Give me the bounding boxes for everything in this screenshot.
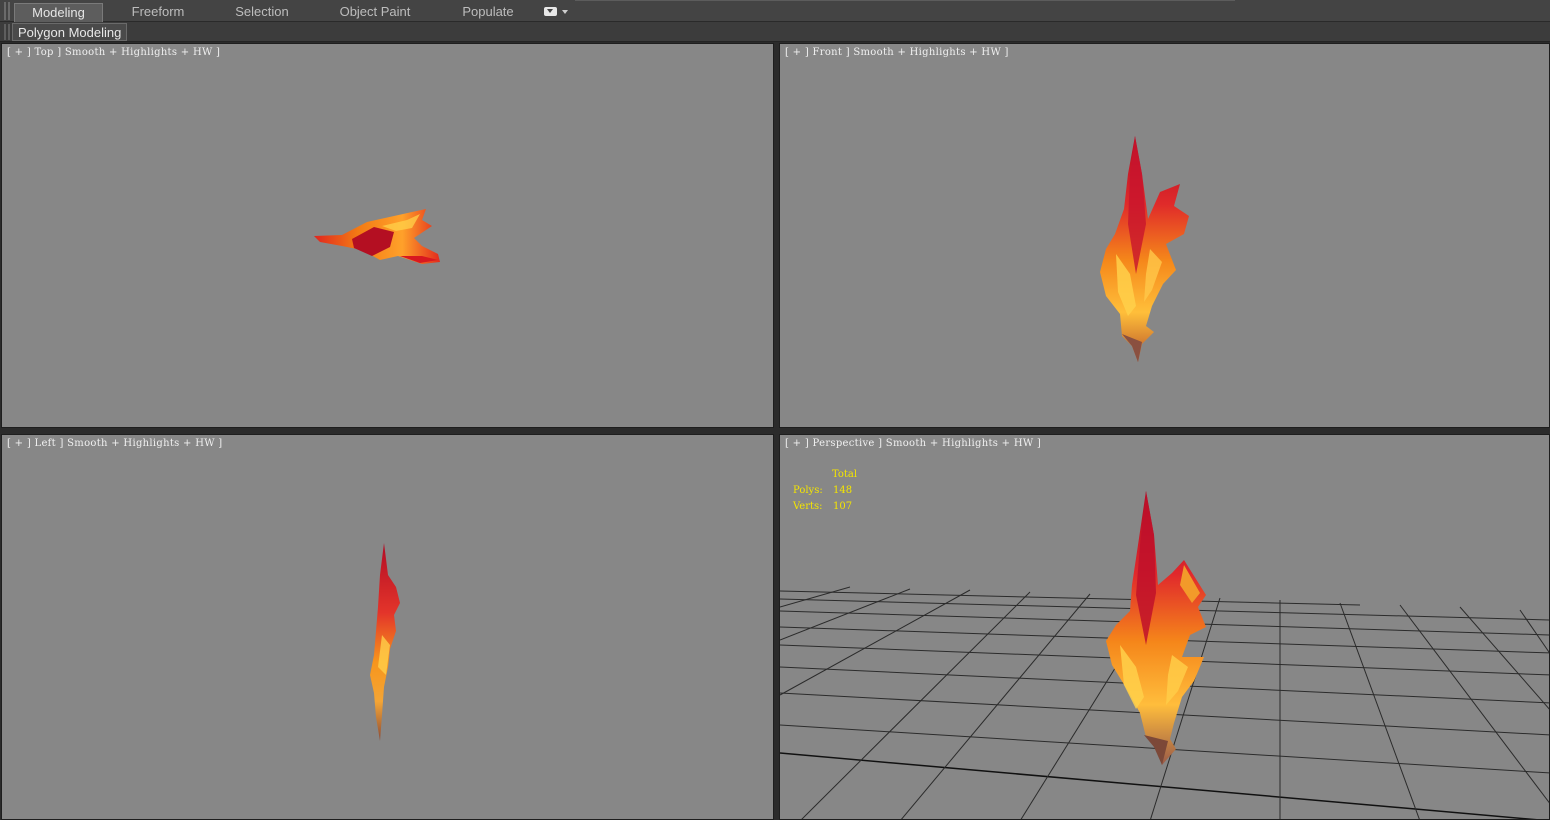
viewport-front-canvas [1100, 136, 1189, 362]
chevron-down-icon [562, 10, 568, 14]
fire-sword-model-perspective [1106, 491, 1206, 765]
viewport-front[interactable]: [ + ] Front ] Smooth + Highlights + HW ] [779, 43, 1550, 428]
viewport-top-canvas [314, 209, 440, 264]
ribbon-options-icon [544, 7, 557, 16]
ribbon-options-button[interactable] [544, 6, 570, 18]
panel-grip-handle[interactable] [4, 24, 10, 40]
fire-sword-model-top [314, 209, 440, 264]
ribbon-panel-bar: Polygon Modeling [0, 22, 1550, 42]
tab-object-paint[interactable]: Object Paint [326, 3, 424, 22]
polygon-modeling-panel-button[interactable]: Polygon Modeling [12, 23, 128, 41]
tab-selection[interactable]: Selection [220, 3, 304, 22]
fire-sword-model-left [370, 543, 400, 741]
viewport-left-canvas [370, 543, 400, 741]
viewport-left[interactable]: [ + ] Left ] Smooth + Highlights + HW ] [1, 434, 774, 820]
tab-freeform[interactable]: Freeform [116, 3, 200, 22]
viewport-perspective[interactable]: [ + ] Perspective ] Smooth + Highlights … [779, 434, 1550, 820]
ribbon-tabs-bar: Modeling Freeform Selection Object Paint… [0, 0, 1550, 22]
viewport-top[interactable]: [ + ] Top ] Smooth + Highlights + HW ] [1, 43, 774, 428]
tab-populate[interactable]: Populate [446, 3, 530, 22]
tab-modeling[interactable]: Modeling [14, 3, 103, 22]
fire-sword-model-front [1100, 136, 1189, 362]
ribbon-divider [575, 0, 1235, 1]
ribbon-grip-handle[interactable] [4, 2, 10, 20]
viewport-perspective-canvas [780, 491, 1549, 819]
